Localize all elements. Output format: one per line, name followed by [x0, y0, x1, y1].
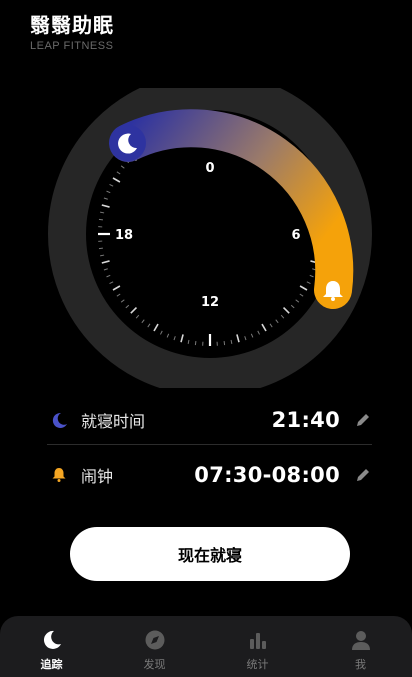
tab-stats[interactable]: 统计 — [206, 616, 309, 677]
sleep-now-button[interactable]: 现在就寝 — [70, 527, 350, 581]
bedtime-row[interactable]: 就寝时间 21:40 — [47, 395, 372, 445]
app-subtitle: LEAP FITNESS — [30, 40, 114, 52]
clock-tick — [98, 218, 103, 221]
tab-discover[interactable]: 发现 — [103, 616, 206, 677]
alarm-handle[interactable] — [315, 272, 351, 308]
tab-label: 我 — [355, 658, 366, 671]
bedtime-handle[interactable] — [110, 125, 146, 161]
alarm-row[interactable]: 闹钟 07:30-08:00 — [47, 450, 372, 500]
clock-tick — [223, 341, 226, 346]
bottom-tab-bar: 追踪 发现 统计 我 — [0, 616, 412, 677]
user-icon — [349, 628, 373, 652]
tab-label: 发现 — [143, 658, 166, 671]
hour-label-12: 12 — [201, 295, 219, 310]
moon-icon — [40, 628, 64, 652]
row-divider — [47, 444, 372, 445]
tab-label: 统计 — [246, 658, 269, 671]
hour-label-0: 0 — [205, 161, 214, 176]
compass-icon — [143, 628, 167, 652]
pencil-icon[interactable] — [354, 411, 372, 429]
hour-label-18: 18 — [115, 228, 133, 243]
clock-tick — [194, 341, 197, 346]
sleep-dial[interactable]: 0 6 12 18 — [0, 88, 412, 388]
bell-icon — [47, 463, 71, 487]
clock-tick — [98, 247, 103, 250]
alarm-label: 闹钟 — [81, 467, 114, 486]
bedtime-label: 就寝时间 — [81, 412, 146, 431]
sleep-app-screen: 翳翳助眠 LEAP FITNESS 0 6 12 18 就寝时间 21:40 闹… — [0, 0, 412, 677]
app-title: 翳翳助眠 — [30, 13, 114, 37]
alarm-value[interactable]: 07:30-08:00 — [194, 463, 340, 487]
tab-track[interactable]: 追踪 — [0, 616, 103, 677]
bar-chart-icon — [246, 628, 270, 652]
hour-label-6: 6 — [291, 228, 300, 243]
moon-icon — [47, 408, 71, 432]
pencil-icon[interactable] — [354, 466, 372, 484]
bedtime-value[interactable]: 21:40 — [272, 408, 340, 432]
tab-label: 追踪 — [40, 658, 63, 671]
tab-me[interactable]: 我 — [309, 616, 412, 677]
